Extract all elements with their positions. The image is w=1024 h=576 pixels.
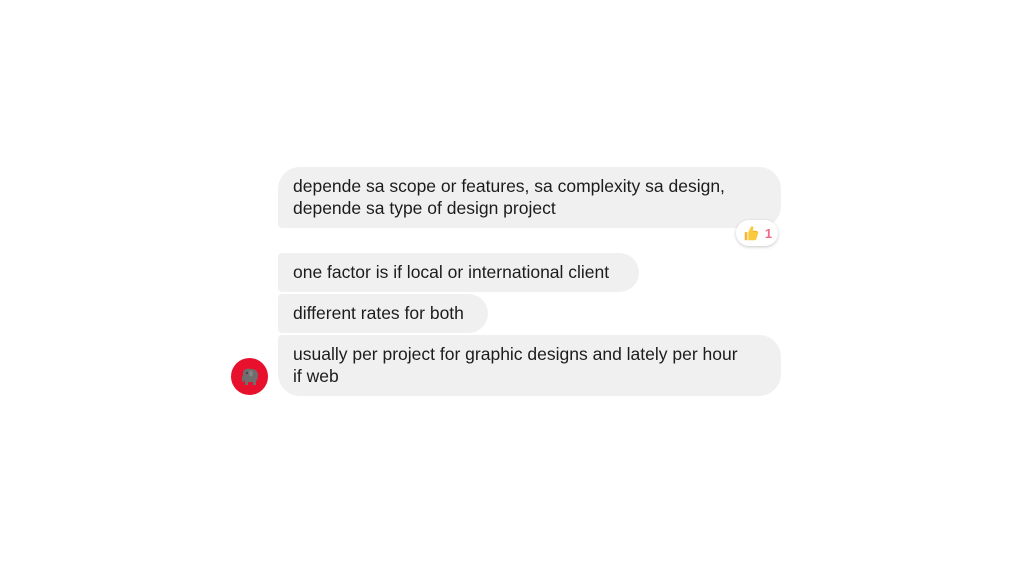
message-bubble[interactable]: depende sa scope or features, sa complex… [278, 167, 781, 228]
reaction-badge[interactable]: 1 [736, 220, 778, 246]
message-bubble[interactable]: one factor is if local or international … [278, 253, 639, 292]
avatar[interactable] [231, 358, 268, 395]
message-text: if web [293, 366, 339, 386]
message-text: depende sa type of design project [293, 198, 556, 218]
message-text: different rates for both [293, 303, 464, 323]
thumbs-up-icon [744, 226, 759, 241]
chat-thread: depende sa scope or features, sa complex… [0, 0, 1024, 576]
elephant-icon [241, 368, 258, 385]
message-text: depende sa scope or features, sa complex… [293, 176, 725, 196]
message-bubble[interactable]: different rates for both [278, 294, 488, 333]
reaction-count: 1 [764, 225, 773, 241]
message-text: one factor is if local or international … [293, 262, 610, 282]
message-text: usually per project for graphic designs … [293, 344, 738, 364]
message-bubble[interactable]: usually per project for graphic designs … [278, 335, 781, 396]
